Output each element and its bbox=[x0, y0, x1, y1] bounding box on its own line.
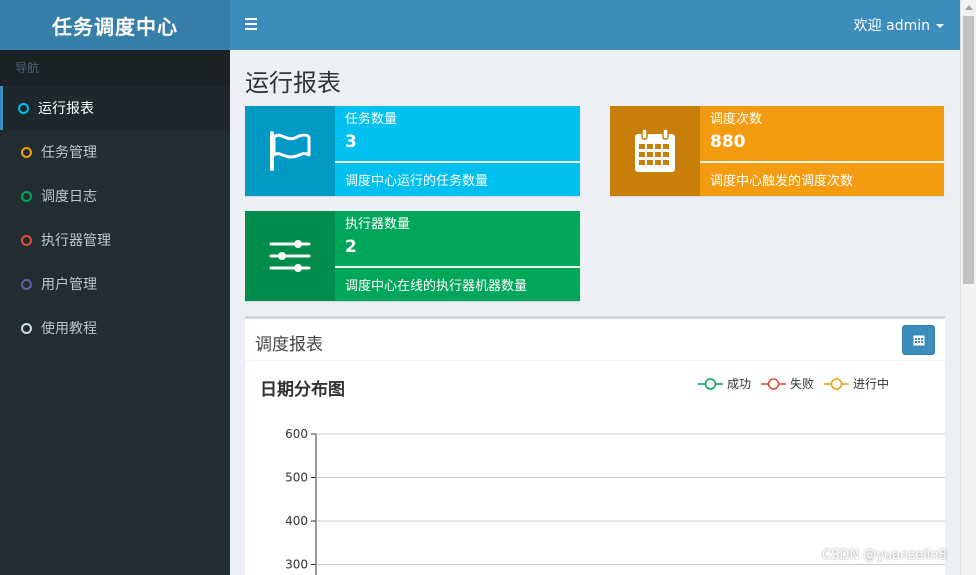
stat-description: 调度中心触发的调度次数 bbox=[710, 174, 854, 189]
scrollbar[interactable] bbox=[960, 0, 976, 575]
watermark: CSDN @yuanzelin8 bbox=[822, 548, 947, 563]
progress-bar bbox=[335, 266, 580, 268]
sidebar-item-label: 执行器管理 bbox=[41, 233, 111, 249]
sidebar-item-help[interactable]: 使用教程 bbox=[0, 306, 230, 350]
caret-down-icon bbox=[936, 24, 944, 28]
flag-icon bbox=[245, 106, 335, 196]
progress-bar bbox=[335, 161, 580, 163]
stat-label: 执行器数量 bbox=[345, 217, 411, 232]
sidebar-item-label: 任务管理 bbox=[41, 145, 97, 161]
page-title: 运行报表 bbox=[245, 69, 341, 97]
stat-label: 调度次数 bbox=[710, 112, 763, 127]
user-menu[interactable]: 欢迎 admin bbox=[854, 0, 944, 50]
circle-icon bbox=[21, 322, 32, 334]
y-tick-label: 400 bbox=[285, 514, 308, 528]
progress-bar bbox=[700, 161, 944, 163]
brand-logo[interactable]: 任务调度中心 bbox=[0, 0, 230, 50]
sidebar-item-users[interactable]: 用户管理 bbox=[0, 262, 230, 306]
sidebar-item-label: 调度日志 bbox=[41, 189, 97, 205]
circle-icon bbox=[18, 102, 29, 114]
sidebar: 任务调度中心 导航 运行报表 任务管理 调度日志 执行器管理 用户管理 使用教程 bbox=[0, 0, 230, 575]
report-panel: 调度报表 日期分布图 成功 失败 进行中 600 500 400 300 bbox=[245, 316, 945, 575]
nav-header: 导航 bbox=[0, 50, 230, 86]
circle-icon bbox=[21, 190, 32, 202]
stat-value: 880 bbox=[710, 132, 746, 152]
circle-icon bbox=[21, 146, 32, 158]
sidebar-item-label: 运行报表 bbox=[38, 101, 94, 117]
y-tick-label: 600 bbox=[285, 427, 308, 441]
circle-icon bbox=[21, 278, 32, 290]
sidebar-item-label: 使用教程 bbox=[41, 321, 97, 337]
top-navbar: 欢迎 admin bbox=[230, 0, 960, 50]
stat-description: 调度中心在线的执行器机器数量 bbox=[345, 279, 528, 294]
stat-box-triggers: 调度次数 880 调度中心触发的调度次数 bbox=[610, 106, 944, 196]
sidebar-item-report[interactable]: 运行报表 bbox=[0, 86, 230, 130]
sidebar-item-logs[interactable]: 调度日志 bbox=[0, 174, 230, 218]
scroll-thumb[interactable] bbox=[963, 16, 974, 284]
stat-value: 3 bbox=[345, 132, 357, 152]
scroll-up-icon[interactable] bbox=[965, 5, 973, 10]
menu-toggle-icon[interactable] bbox=[245, 18, 257, 30]
stat-label: 任务数量 bbox=[345, 112, 398, 127]
sliders-icon bbox=[245, 211, 335, 301]
user-label: 欢迎 admin bbox=[853, 18, 930, 34]
y-tick-label: 300 bbox=[285, 558, 308, 572]
sidebar-item-label: 用户管理 bbox=[41, 277, 97, 293]
stat-description: 调度中心运行的任务数量 bbox=[345, 174, 489, 189]
y-tick-label: 500 bbox=[285, 471, 308, 485]
sidebar-item-jobs[interactable]: 任务管理 bbox=[0, 130, 230, 174]
stat-box-jobs: 任务数量 3 调度中心运行的任务数量 bbox=[245, 106, 580, 196]
stat-box-executors: 执行器数量 2 调度中心在线的执行器机器数量 bbox=[245, 211, 580, 301]
stat-value: 2 bbox=[345, 237, 357, 257]
sidebar-item-executors[interactable]: 执行器管理 bbox=[0, 218, 230, 262]
calendar-icon bbox=[610, 106, 700, 196]
circle-icon bbox=[21, 234, 32, 246]
line-chart: 600 500 400 300 bbox=[285, 427, 945, 575]
